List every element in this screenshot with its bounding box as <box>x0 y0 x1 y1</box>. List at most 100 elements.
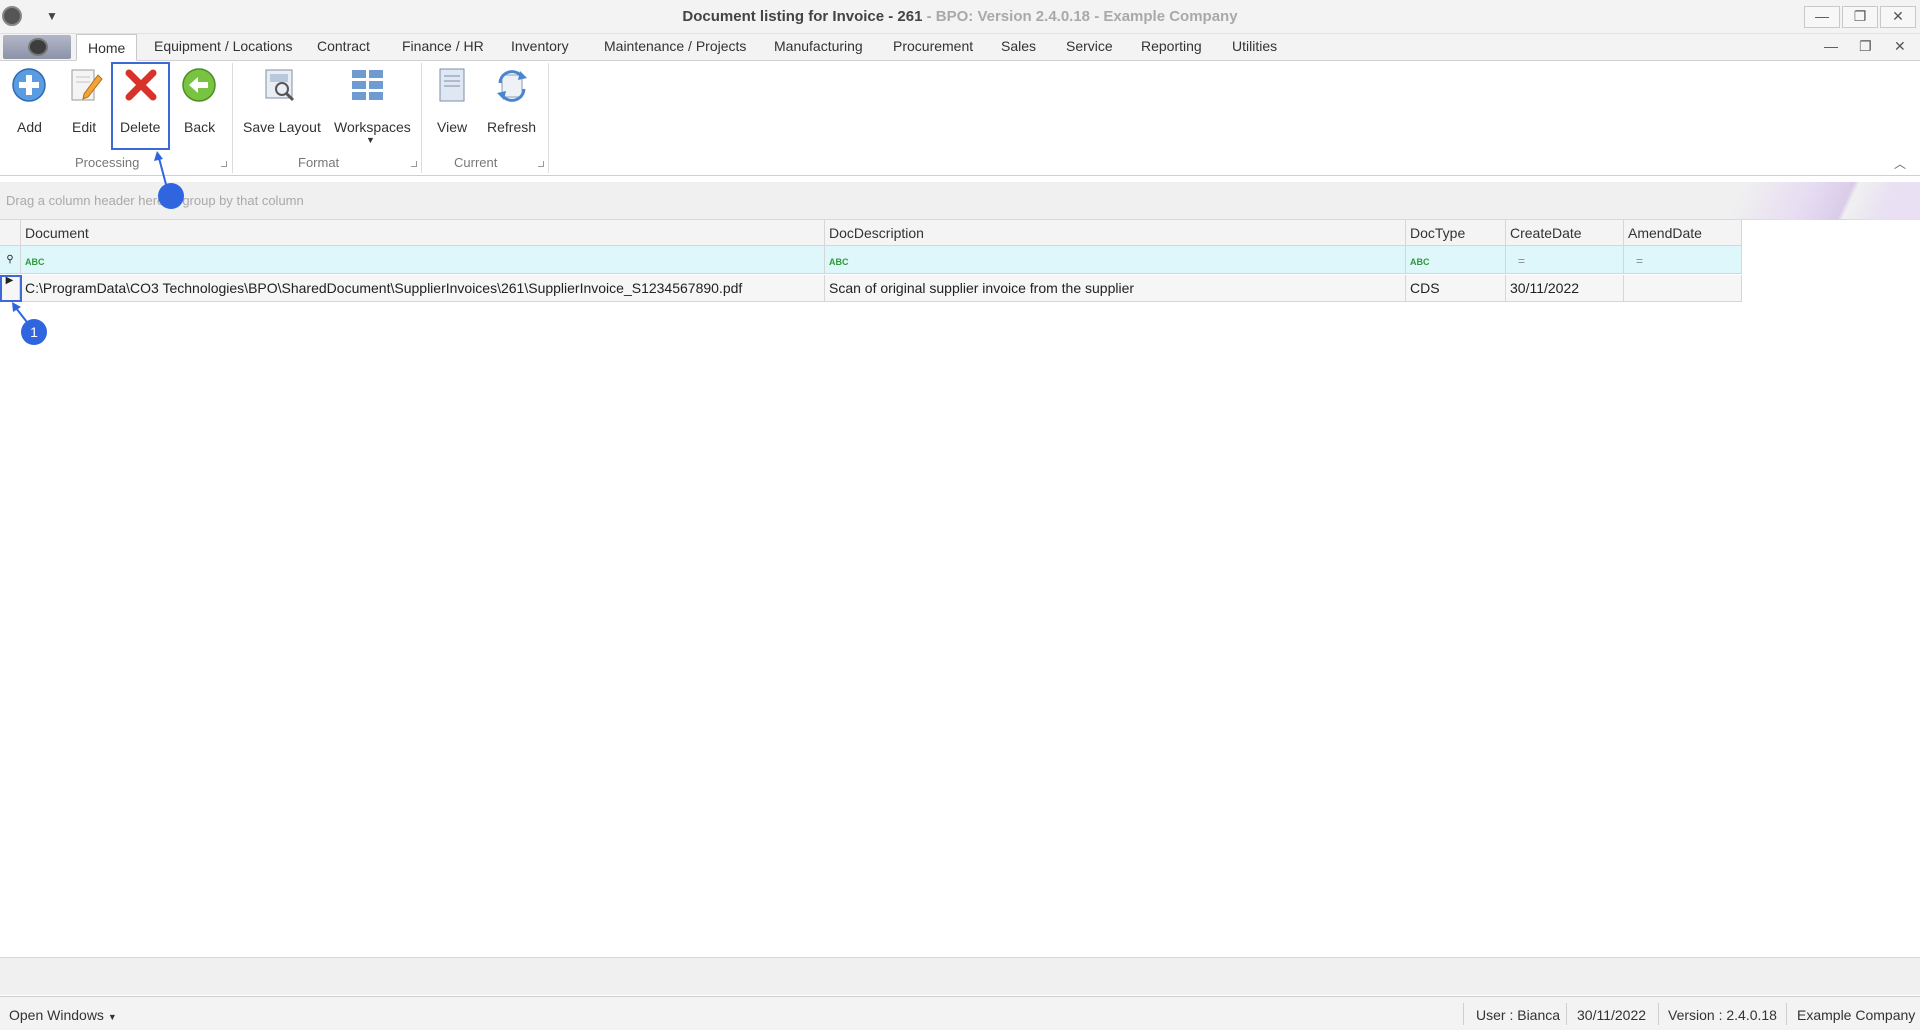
group-by-panel[interactable]: Drag a column header here to group by th… <box>0 182 1920 220</box>
grid-header-row: Document DocDescription DocType CreateDa… <box>0 220 1742 246</box>
group-label-format: Format <box>298 155 340 170</box>
delete-highlight-box <box>111 62 170 150</box>
group-label-processing: Processing <box>75 155 140 170</box>
minimize-button[interactable]: — <box>1804 6 1840 28</box>
filter-equals-icon: = <box>1518 254 1526 268</box>
save-layout-label: Save Layout <box>243 119 321 135</box>
tab-contract[interactable]: Contract <box>317 38 370 54</box>
group-separator <box>548 63 549 173</box>
cell-document[interactable]: C:\ProgramData\CO3 Technologies\BPO\Shar… <box>21 275 825 301</box>
back-button[interactable]: Back <box>179 67 219 147</box>
filter-icon: ⚲ <box>0 246 21 273</box>
status-separator <box>1786 1003 1787 1025</box>
filter-docdescription[interactable]: ABC <box>825 246 1406 273</box>
window-title-main: Document listing for Invoice - 261 <box>682 8 923 25</box>
column-header-doctype[interactable]: DocType <box>1406 220 1506 245</box>
mdi-close-icon[interactable]: ✕ <box>1894 38 1906 55</box>
open-windows-menu[interactable]: Open Windows ▼ <box>9 1007 117 1023</box>
annotation-step-1: 1 <box>21 319 47 345</box>
group-expand-processing-icon[interactable] <box>221 161 227 167</box>
add-icon <box>12 68 46 102</box>
workspaces-dropdown-icon: ▼ <box>366 135 375 145</box>
status-separator <box>1566 1003 1567 1025</box>
window-title: Document listing for Invoice - 261 - BPO… <box>0 8 1920 25</box>
edit-icon <box>71 69 103 101</box>
refresh-icon <box>497 70 527 102</box>
header-indicator <box>0 220 21 245</box>
close-button[interactable]: ✕ <box>1880 6 1916 28</box>
group-label-current: Current <box>454 155 498 170</box>
mdi-minimize-icon[interactable]: — <box>1824 38 1838 54</box>
tab-finance-hr[interactable]: Finance / HR <box>402 38 484 54</box>
tab-utilities[interactable]: Utilities <box>1232 38 1277 54</box>
edit-button[interactable]: Edit <box>66 67 104 147</box>
tab-equipment-locations[interactable]: Equipment / Locations <box>154 38 293 54</box>
filter-createdate[interactable]: = <box>1506 246 1624 273</box>
group-by-hint: Drag a column header here to group by th… <box>6 193 304 208</box>
filter-amenddate[interactable]: = <box>1624 246 1742 273</box>
ribbon-tabs: Home Equipment / Locations Contract Fina… <box>0 34 1920 61</box>
tab-inventory[interactable]: Inventory <box>511 38 569 54</box>
cell-createdate[interactable]: 30/11/2022 <box>1506 275 1624 301</box>
tab-manufacturing[interactable]: Manufacturing <box>774 38 863 54</box>
view-document-icon <box>439 68 465 102</box>
save-layout-icon <box>265 69 295 102</box>
group-separator <box>232 63 233 173</box>
status-date: 30/11/2022 <box>1577 1007 1647 1023</box>
filter-abc-icon: ABC <box>25 257 45 267</box>
status-version: Version : 2.4.0.18 <box>1668 1007 1777 1023</box>
workspaces-button[interactable]: Workspaces ▼ <box>332 67 411 147</box>
row-indicator-highlight-box <box>0 275 22 302</box>
back-arrow-icon <box>182 68 216 102</box>
refresh-button[interactable]: Refresh <box>486 67 538 147</box>
auto-filter-row: ⚲ ABC ABC ABC = = <box>0 246 1742 274</box>
workspaces-grid-icon <box>352 70 383 100</box>
edit-label: Edit <box>72 119 97 135</box>
group-expand-format-icon[interactable] <box>411 161 417 167</box>
tab-maintenance-projects[interactable]: Maintenance / Projects <box>604 38 746 54</box>
collapse-ribbon-icon[interactable]: ︿ <box>1894 155 1906 172</box>
tab-home[interactable]: Home <box>76 34 138 61</box>
restore-button[interactable]: ❐ <box>1842 6 1878 28</box>
open-windows-label: Open Windows <box>9 1007 104 1023</box>
back-label: Back <box>184 119 216 135</box>
add-button[interactable]: Add <box>10 67 48 147</box>
status-user: User : Bianca <box>1476 1007 1561 1023</box>
status-company: Example Company <box>1797 1007 1916 1023</box>
save-layout-button[interactable]: Save Layout <box>240 67 324 147</box>
decorative-swoosh <box>1660 182 1920 220</box>
app-logo-icon <box>28 38 48 56</box>
group-expand-current-icon[interactable] <box>538 161 544 167</box>
column-header-createdate[interactable]: CreateDate <box>1506 220 1624 245</box>
filter-document[interactable]: ABC <box>21 246 825 273</box>
column-header-document[interactable]: Document <box>21 220 825 245</box>
column-header-docdescription[interactable]: DocDescription <box>825 220 1406 245</box>
status-separator <box>1463 1003 1464 1025</box>
tab-procurement[interactable]: Procurement <box>893 38 973 54</box>
add-label: Add <box>17 119 42 135</box>
column-header-amenddate[interactable]: AmendDate <box>1624 220 1742 245</box>
open-windows-dropdown-icon: ▼ <box>107 1012 117 1022</box>
workspaces-label: Workspaces <box>334 119 411 135</box>
filter-doctype[interactable]: ABC <box>1406 246 1506 273</box>
status-bar: Open Windows ▼ User : Bianca 30/11/2022 … <box>0 996 1920 1030</box>
tab-sales[interactable]: Sales <box>1001 38 1036 54</box>
window-title-sub: - BPO: Version 2.4.0.18 - Example Compan… <box>922 8 1238 25</box>
view-label: View <box>437 119 468 135</box>
table-row[interactable]: ▶ C:\ProgramData\CO3 Technologies\BPO\Sh… <box>0 275 1742 302</box>
refresh-label: Refresh <box>487 119 537 135</box>
bottom-panel <box>0 957 1920 995</box>
application-menu-button[interactable] <box>3 35 71 59</box>
filter-equals-icon: = <box>1636 254 1644 268</box>
tab-service[interactable]: Service <box>1066 38 1113 54</box>
cell-docdescription[interactable]: Scan of original supplier invoice from t… <box>825 275 1406 301</box>
filter-abc-icon: ABC <box>829 257 849 267</box>
cell-doctype[interactable]: CDS <box>1406 275 1506 301</box>
filter-abc-icon: ABC <box>1410 257 1430 267</box>
mdi-restore-icon[interactable]: ❐ <box>1859 38 1872 55</box>
view-button[interactable]: View <box>434 67 470 147</box>
cell-amenddate[interactable] <box>1624 275 1742 301</box>
ribbon: Add Edit Delete Back Processing Save Lay… <box>0 61 1920 176</box>
tab-reporting[interactable]: Reporting <box>1141 38 1202 54</box>
group-separator <box>421 63 422 173</box>
